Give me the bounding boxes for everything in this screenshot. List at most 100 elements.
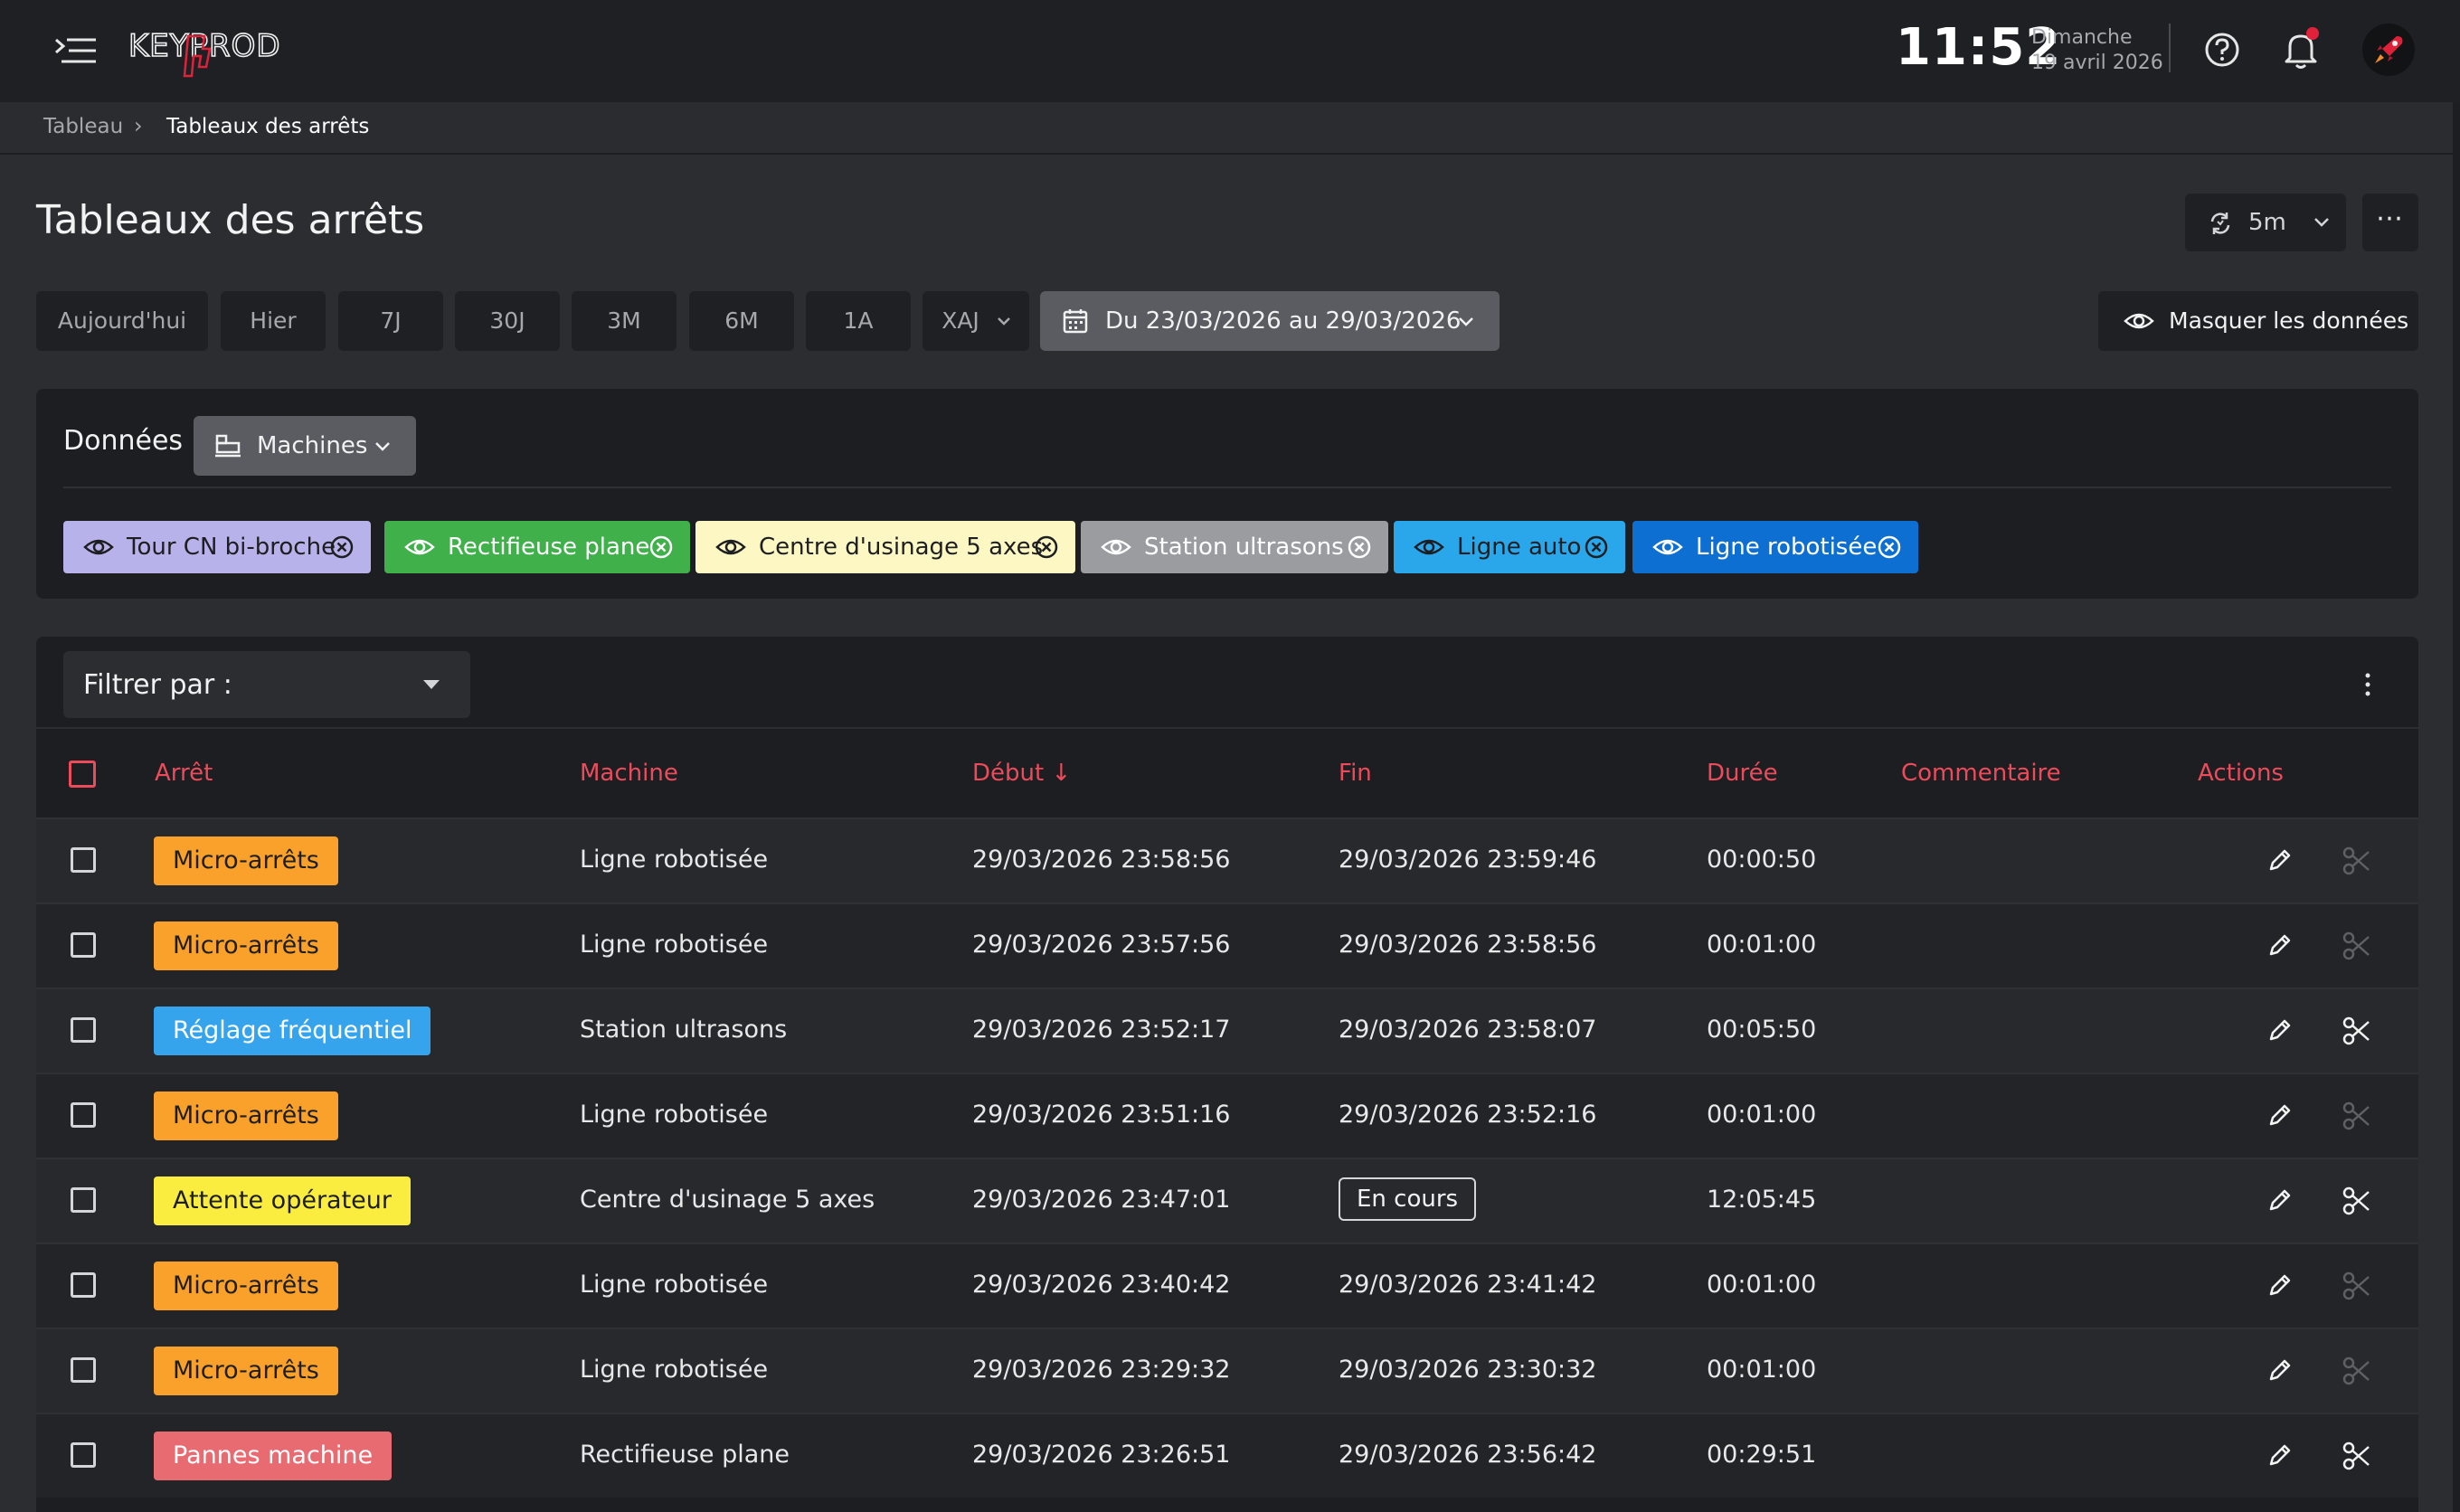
column-header-machine[interactable]: Machine bbox=[580, 760, 678, 787]
table-menu-icon[interactable] bbox=[2350, 660, 2386, 709]
auto-refresh-select[interactable]: 5m bbox=[2185, 194, 2346, 251]
edit-pencil-icon[interactable] bbox=[2265, 1355, 2295, 1385]
row-checkbox[interactable] bbox=[71, 847, 96, 873]
remove-circle-icon[interactable] bbox=[648, 534, 674, 560]
machine-tag[interactable]: Tour CN bi-broche bbox=[63, 521, 371, 573]
period-yesterday-button[interactable]: Hier bbox=[221, 291, 326, 351]
remove-circle-icon[interactable] bbox=[1034, 534, 1059, 560]
user-avatar-rocket-icon[interactable] bbox=[2362, 24, 2415, 76]
remove-circle-icon[interactable] bbox=[1584, 534, 1609, 560]
chevron-down-icon bbox=[375, 442, 390, 451]
clock-day: Dimanche bbox=[2031, 26, 2133, 49]
cell-duree: 12:05:45 bbox=[1707, 1186, 1817, 1214]
machine-tag-label: Tour CN bi-broche bbox=[127, 534, 336, 561]
help-icon[interactable] bbox=[2203, 31, 2241, 69]
table-row: Pannes machine Rectifieuse plane 29/03/202… bbox=[36, 1413, 2418, 1498]
more-options-button[interactable]: ⋯ bbox=[2362, 194, 2418, 251]
row-checkbox[interactable] bbox=[71, 932, 96, 958]
stop-type-badge: Micro-arrêts bbox=[154, 1091, 338, 1140]
scissors-split-icon[interactable] bbox=[2341, 1440, 2373, 1472]
date-range-label: Du 23/03/2026 au 29/03/2026 bbox=[1105, 307, 1462, 335]
scissors-split-icon bbox=[2342, 1356, 2370, 1385]
cell-debut: 29/03/2026 23:51:16 bbox=[972, 1101, 1231, 1129]
stop-type-badge: Pannes machine bbox=[154, 1432, 393, 1480]
eye-icon bbox=[2124, 313, 2154, 329]
cell-machine: Centre d'usinage 5 axes bbox=[580, 1186, 875, 1214]
stops-table-card: Filtrer par : Arrêt Machine Début ↓ Fin … bbox=[36, 637, 2418, 1512]
table-row: Micro-arrêts Ligne robotisée 29/03/2026 23… bbox=[36, 1328, 2418, 1413]
menu-toggle-icon[interactable] bbox=[52, 31, 99, 71]
scissors-split-icon bbox=[2342, 931, 2370, 960]
page-scrollbar[interactable] bbox=[2453, 102, 2460, 1512]
date-range-picker[interactable]: Du 23/03/2026 au 29/03/2026 bbox=[1040, 291, 1500, 351]
eye-icon[interactable] bbox=[1652, 536, 1683, 558]
scissors-split-icon bbox=[2342, 846, 2370, 875]
hide-data-button[interactable]: Masquer les données bbox=[2098, 291, 2418, 351]
cell-duree: 00:01:00 bbox=[1707, 1101, 1817, 1129]
machine-tag[interactable]: Centre d'usinage 5 axes bbox=[695, 521, 1075, 573]
breadcrumb: Tableau › Tableaux des arrêts bbox=[0, 102, 2453, 155]
row-checkbox[interactable] bbox=[71, 1017, 96, 1043]
scissors-split-icon[interactable] bbox=[2341, 1015, 2373, 1047]
cell-machine: Ligne robotisée bbox=[580, 846, 769, 874]
machine-tag[interactable]: Rectifieuse plane bbox=[384, 521, 690, 573]
eye-icon[interactable] bbox=[715, 536, 746, 558]
machine-tag-label: Ligne auto bbox=[1457, 534, 1582, 561]
column-header-commentaire[interactable]: Commentaire bbox=[1901, 760, 2061, 787]
scissors-split-icon bbox=[2342, 1101, 2370, 1130]
edit-pencil-icon[interactable] bbox=[2265, 1440, 2295, 1470]
remove-circle-icon[interactable] bbox=[1347, 534, 1372, 560]
logo-text: KEYPROD bbox=[128, 28, 281, 64]
edit-pencil-icon[interactable] bbox=[2265, 1185, 2295, 1215]
column-header-duree[interactable]: Durée bbox=[1707, 760, 1778, 787]
data-source-select[interactable]: Machines bbox=[194, 416, 416, 476]
period-7d-button[interactable]: 7J bbox=[338, 291, 443, 351]
period-1y-button[interactable]: 1A bbox=[806, 291, 911, 351]
row-checkbox[interactable] bbox=[71, 1357, 96, 1383]
cell-fin: 29/03/2026 23:59:46 bbox=[1339, 846, 1597, 874]
row-checkbox[interactable] bbox=[71, 1102, 96, 1128]
machine-tag[interactable]: Station ultrasons bbox=[1081, 521, 1388, 573]
cell-fin: 29/03/2026 23:58:07 bbox=[1339, 1016, 1597, 1044]
period-30d-button[interactable]: 30J bbox=[455, 291, 560, 351]
keyprod-logo[interactable]: KEYPROD bbox=[127, 25, 326, 83]
column-header-arret[interactable]: Arrêt bbox=[155, 760, 213, 787]
cell-debut: 29/03/2026 23:52:17 bbox=[972, 1016, 1231, 1044]
eye-icon[interactable] bbox=[83, 536, 114, 558]
panel-divider bbox=[63, 487, 2391, 488]
cell-debut: 29/03/2026 23:40:42 bbox=[972, 1271, 1231, 1299]
machine-tag-label: Rectifieuse plane bbox=[448, 534, 650, 561]
filter-by-select[interactable]: Filtrer par : bbox=[63, 651, 470, 718]
edit-pencil-icon[interactable] bbox=[2265, 1270, 2295, 1300]
breadcrumb-home-link[interactable]: Tableau bbox=[43, 115, 123, 138]
period-today-button[interactable]: Aujourd'hui bbox=[36, 291, 208, 351]
edit-pencil-icon[interactable] bbox=[2265, 845, 2295, 875]
machine-tag-label: Station ultrasons bbox=[1144, 534, 1344, 561]
remove-circle-icon[interactable] bbox=[1877, 534, 1902, 560]
auto-refresh-value: 5m bbox=[2248, 209, 2286, 236]
scissors-split-icon[interactable] bbox=[2341, 1185, 2373, 1217]
machine-tag-label: Ligne robotisée bbox=[1696, 534, 1878, 561]
row-checkbox[interactable] bbox=[71, 1442, 96, 1468]
period-6m-button[interactable]: 6M bbox=[689, 291, 794, 351]
column-header-fin[interactable]: Fin bbox=[1339, 760, 1372, 787]
machine-tag[interactable]: Ligne auto bbox=[1394, 521, 1625, 573]
row-checkbox[interactable] bbox=[71, 1272, 96, 1298]
edit-pencil-icon[interactable] bbox=[2265, 1100, 2295, 1130]
column-header-debut[interactable]: Début ↓ bbox=[972, 760, 1071, 787]
remove-circle-icon[interactable] bbox=[329, 534, 355, 560]
chevron-down-icon bbox=[998, 317, 1010, 326]
machine-icon bbox=[215, 434, 241, 458]
eye-icon[interactable] bbox=[404, 536, 435, 558]
select-all-checkbox[interactable] bbox=[69, 761, 96, 788]
edit-pencil-icon[interactable] bbox=[2265, 930, 2295, 960]
row-checkbox[interactable] bbox=[71, 1187, 96, 1213]
eye-icon[interactable] bbox=[1414, 536, 1444, 558]
edit-pencil-icon[interactable] bbox=[2265, 1015, 2295, 1045]
sort-desc-icon: ↓ bbox=[1051, 760, 1072, 787]
machine-tag[interactable]: Ligne robotisée bbox=[1632, 521, 1918, 573]
cell-fin: 29/03/2026 23:56:42 bbox=[1339, 1441, 1597, 1469]
eye-icon[interactable] bbox=[1101, 536, 1131, 558]
period-3m-button[interactable]: 3M bbox=[572, 291, 676, 351]
period-xaj-dropdown[interactable]: XAJ bbox=[922, 291, 1029, 351]
